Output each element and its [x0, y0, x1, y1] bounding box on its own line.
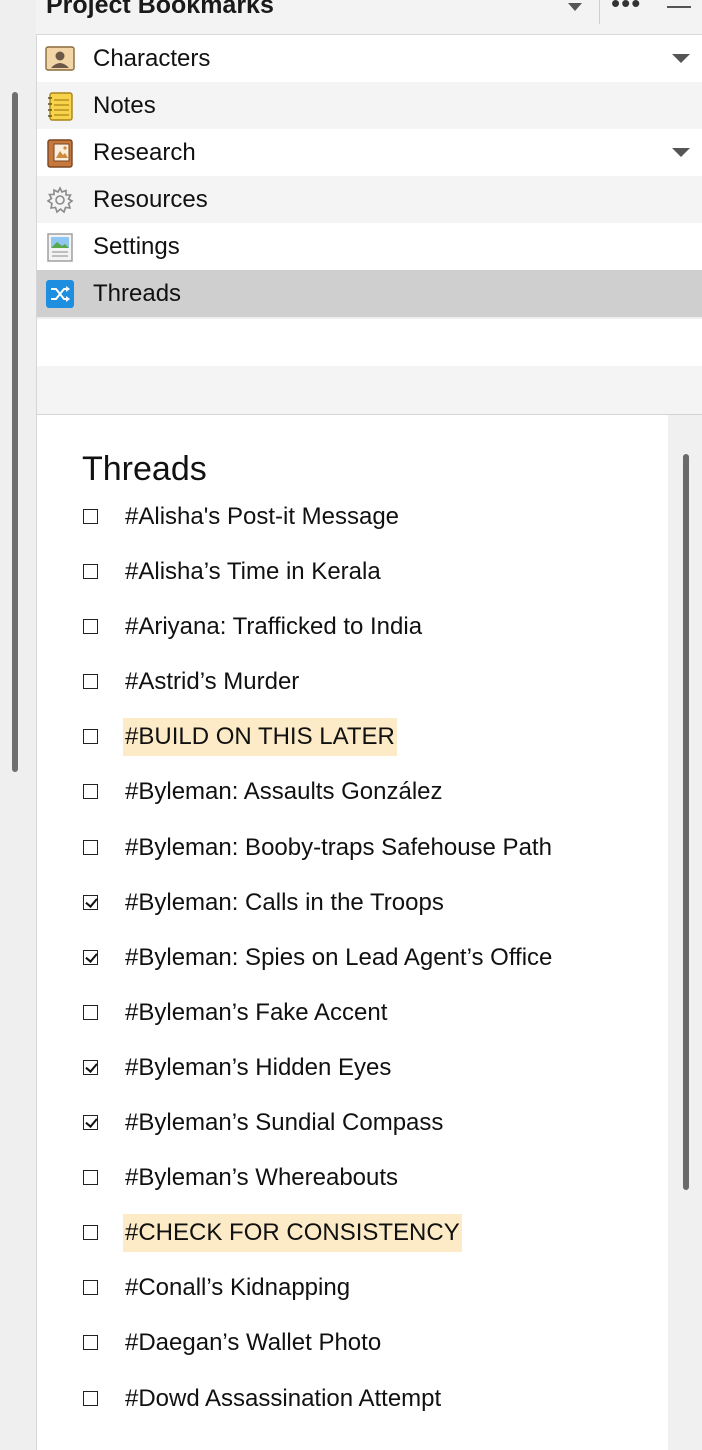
thread-label[interactable]: #Byleman: Assaults González: [123, 773, 445, 811]
checkbox[interactable]: [83, 619, 98, 635]
bookmark-research[interactable]: Research: [37, 129, 702, 176]
checkbox-checked[interactable]: [83, 949, 98, 965]
thread-checklist: #Alisha's Post-it Message #Alisha’s Time…: [37, 502, 668, 1439]
thread-label[interactable]: #Byleman: Spies on Lead Agent’s Office: [123, 939, 554, 977]
bookmark-label: Settings: [93, 232, 180, 260]
left-sidebar-strip: [0, 0, 37, 1450]
bookmark-label: Characters: [93, 44, 211, 72]
thread-label[interactable]: #Daegan’s Wallet Photo: [123, 1324, 383, 1362]
more-icon[interactable]: •••: [611, 0, 641, 18]
thread-item: #Byleman: Spies on Lead Agent’s Office: [37, 943, 668, 998]
bookmark-label: Resources: [93, 185, 208, 213]
gear-icon: [46, 186, 74, 214]
bookmark-settings[interactable]: Settings: [37, 223, 702, 270]
research-book-icon: [47, 139, 73, 168]
bookmark-label: Research: [93, 138, 196, 166]
thread-item: #Byleman: Booby-traps Safehouse Path: [37, 833, 668, 888]
thread-label-highlighted[interactable]: #BUILD ON THIS LATER: [123, 718, 397, 757]
thread-item: #BUILD ON THIS LATER: [37, 718, 668, 777]
bookmarks-panel-header: Project Bookmarks •••: [36, 0, 702, 35]
thread-label[interactable]: #Byleman: Booby-traps Safehouse Path: [123, 829, 554, 867]
thread-label[interactable]: #Conall’s Kidnapping: [123, 1269, 352, 1307]
thread-item: #Alisha’s Time in Kerala: [37, 557, 668, 612]
thread-label[interactable]: #Dowd Assassination Attempt: [123, 1380, 443, 1418]
thread-label[interactable]: #Alisha's Post-it Message: [123, 498, 401, 536]
checkbox[interactable]: [83, 1280, 98, 1296]
document-title: Threads: [82, 450, 207, 488]
checkbox[interactable]: [83, 674, 98, 690]
thread-item: #Byleman’s Hidden Eyes: [37, 1053, 668, 1108]
thread-label[interactable]: #Byleman: Calls in the Troops: [123, 884, 446, 922]
thread-label[interactable]: #Byleman’s Fake Accent: [123, 994, 389, 1032]
checkbox[interactable]: [83, 784, 98, 800]
bookmark-label: Notes: [93, 91, 156, 119]
minimize-icon[interactable]: [667, 6, 691, 8]
checkbox[interactable]: [83, 729, 98, 745]
header-divider: [599, 0, 600, 24]
thread-label[interactable]: #Alisha’s Time in Kerala: [123, 553, 383, 591]
checkbox[interactable]: [83, 564, 98, 580]
thread-label[interactable]: #Ariyana: Trafficked to India: [123, 608, 424, 646]
checkbox[interactable]: [83, 839, 98, 855]
bookmark-characters[interactable]: Characters: [37, 35, 702, 82]
thread-item: #Byleman: Calls in the Troops: [37, 888, 668, 943]
checkbox-checked[interactable]: [83, 1115, 98, 1131]
checkbox-checked[interactable]: [83, 894, 98, 910]
checkbox[interactable]: [83, 509, 98, 524]
thread-label[interactable]: #Byleman’s Hidden Eyes: [123, 1049, 393, 1087]
thread-item: #Astrid’s Murder: [37, 667, 668, 722]
thread-item: #Byleman’s Whereabouts: [37, 1163, 668, 1218]
notepad-icon: [48, 92, 73, 121]
checkbox[interactable]: [83, 1335, 98, 1351]
bookmarks-empty-row: [37, 366, 702, 415]
thread-item: #CHECK FOR CONSISTENCY: [37, 1214, 668, 1273]
checkbox[interactable]: [83, 1004, 98, 1020]
thread-label-highlighted[interactable]: #CHECK FOR CONSISTENCY: [123, 1214, 462, 1253]
thread-item: #Byleman’s Fake Accent: [37, 998, 668, 1053]
bookmark-notes[interactable]: Notes: [37, 82, 702, 129]
bookmarks-empty-row: [37, 319, 702, 366]
checkbox-checked[interactable]: [83, 1059, 98, 1075]
checkbox[interactable]: [83, 1225, 98, 1241]
checkbox[interactable]: [83, 1170, 98, 1186]
left-scrollbar[interactable]: [12, 92, 18, 772]
document-editor[interactable]: Threads #Alisha's Post-it Message #Alish…: [37, 415, 668, 1450]
thread-item: #Conall’s Kidnapping: [37, 1273, 668, 1328]
bookmarks-list: Characters Notes Research Resources Sett…: [37, 35, 702, 317]
thread-item: #Ariyana: Trafficked to India: [37, 612, 668, 667]
thread-item: #Byleman’s Sundial Compass: [37, 1108, 668, 1163]
bookmark-label: Threads: [93, 279, 182, 307]
thread-item: #Byleman: Assaults González: [37, 777, 668, 832]
checkbox[interactable]: [83, 1390, 98, 1406]
editor-scrollbar[interactable]: [683, 454, 689, 1190]
bookmark-resources[interactable]: Resources: [37, 176, 702, 223]
thread-label[interactable]: #Astrid’s Murder: [123, 663, 301, 701]
bookmark-threads[interactable]: Threads: [37, 270, 702, 317]
chevron-down-icon[interactable]: [568, 3, 582, 11]
thread-label[interactable]: #Byleman’s Whereabouts: [123, 1159, 400, 1197]
settings-page-icon: [47, 233, 73, 262]
chevron-down-icon[interactable]: [672, 148, 690, 157]
character-card-icon: [45, 46, 75, 71]
chevron-down-icon[interactable]: [672, 54, 690, 63]
shuffle-icon: [46, 280, 74, 308]
thread-item: #Daegan’s Wallet Photo: [37, 1328, 668, 1383]
panel-title: Project Bookmarks: [46, 0, 274, 19]
thread-item: #Alisha's Post-it Message: [37, 502, 668, 557]
thread-label[interactable]: #Byleman’s Sundial Compass: [123, 1104, 445, 1142]
thread-item: #Dowd Assassination Attempt: [37, 1384, 668, 1439]
